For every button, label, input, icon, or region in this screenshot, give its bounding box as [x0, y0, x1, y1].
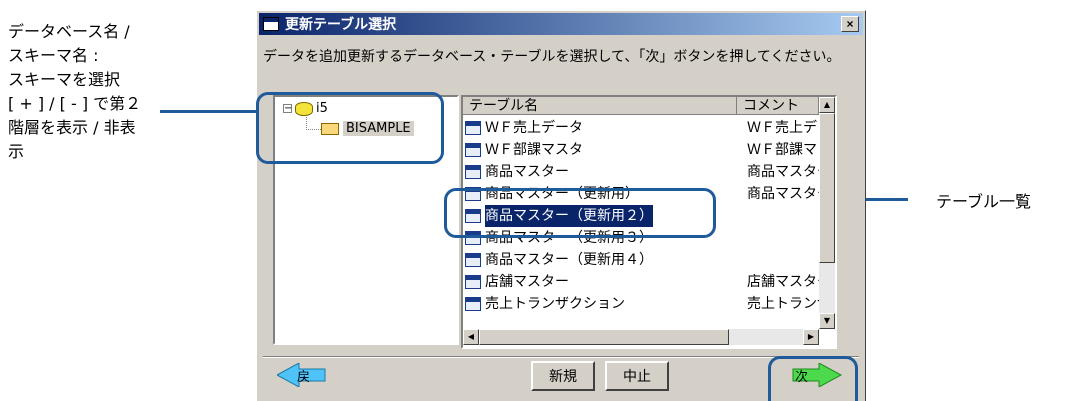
new-button[interactable]: 新規 — [531, 361, 595, 391]
table-comment: 店舗マスター — [747, 274, 819, 290]
table-icon — [465, 143, 481, 157]
table-name: 商品マスター（更新用４） — [485, 252, 653, 268]
table-name: ＷＦ部課マスタ — [485, 142, 583, 158]
table-name: 商品マスター — [485, 164, 569, 180]
callout-line: スキーマ名 : — [8, 46, 99, 65]
table-list-callout: テーブル一覧 — [936, 192, 1032, 211]
table-row[interactable]: 売上トランザクション 売上トランザ — [463, 293, 819, 315]
horizontal-scroll-thumb[interactable] — [479, 329, 729, 345]
table-icon — [465, 275, 481, 289]
table-comment: 売上トランザ — [747, 296, 819, 312]
tree-highlight — [256, 92, 444, 164]
table-icon — [465, 165, 481, 179]
instruction-text: データを追加更新するデータベース・テーブルを選択して、「次」ボタンを押してくださ… — [263, 49, 841, 65]
selection-highlight — [444, 188, 716, 238]
window-icon — [263, 17, 279, 31]
callout-line: 示 — [8, 142, 25, 161]
table-row[interactable]: 店舗マスター 店舗マスター — [463, 271, 819, 293]
callout-line: 階層を表示 / 非表 — [8, 118, 136, 137]
tree-callout: データベース名 / スキーマ名 : スキーマを選択 [ + ] / [ - ] … — [8, 20, 198, 164]
table-row[interactable]: 商品マスター 商品マスター — [463, 161, 819, 183]
next-button-highlight — [768, 356, 858, 401]
table-icon — [465, 121, 481, 135]
scroll-right-icon[interactable]: ▶ — [803, 329, 819, 345]
column-header-comment[interactable]: コメント — [737, 97, 819, 115]
table-comment: ＷＦ売上デ — [747, 120, 817, 136]
table-row[interactable]: ＷＦ売上データ ＷＦ売上デ — [463, 117, 819, 139]
horizontal-scrollbar[interactable]: ◀ ▶ — [463, 329, 819, 345]
back-button[interactable]: 戻 — [275, 362, 327, 388]
table-name: 売上トランザクション — [485, 296, 625, 312]
table-row[interactable]: ＷＦ部課マスタ ＷＦ部課マ — [463, 139, 819, 161]
table-icon — [465, 297, 481, 311]
table-comment: ＷＦ部課マ — [747, 142, 817, 158]
scroll-left-icon[interactable]: ◀ — [463, 329, 479, 345]
tree-callout-connector — [160, 110, 256, 113]
table-row[interactable]: 商品マスター（更新用４） — [463, 249, 819, 271]
back-label: 戻 — [297, 370, 311, 385]
scroll-up-icon[interactable]: ▲ — [819, 97, 835, 113]
footer-divider — [263, 356, 859, 358]
callout-line: スキーマを選択 — [8, 70, 121, 89]
callout-line: データベース名 / — [8, 22, 130, 41]
title-bar: 更新テーブル選択 × — [259, 13, 863, 35]
close-button[interactable]: × — [841, 16, 859, 32]
cancel-button[interactable]: 中止 — [605, 361, 669, 391]
table-icon — [465, 253, 481, 267]
table-name: 店舗マスター — [485, 274, 569, 290]
table-comment: 商品マスター — [747, 164, 819, 180]
table-name: ＷＦ売上データ — [485, 120, 583, 136]
scroll-down-icon[interactable]: ▼ — [819, 313, 835, 329]
dialog-title: 更新テーブル選択 — [285, 17, 397, 33]
vertical-scrollbar[interactable]: ▲ ▼ — [819, 97, 835, 329]
column-header-table-name[interactable]: テーブル名 — [463, 97, 737, 115]
table-comment: 商品マスター — [747, 186, 819, 202]
vertical-scroll-thumb[interactable] — [819, 113, 835, 263]
